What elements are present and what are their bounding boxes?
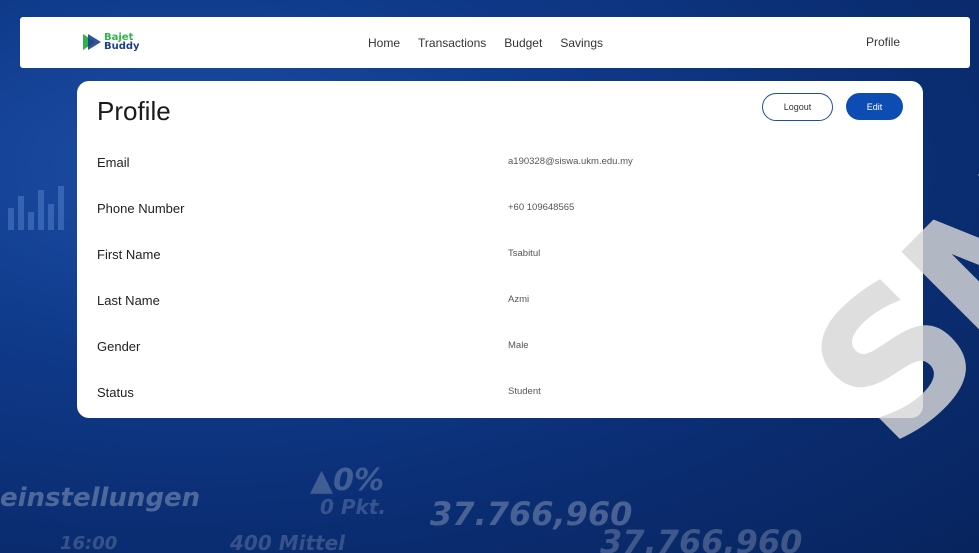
field-value: Tsabitul	[508, 248, 541, 259]
nav-link-budget[interactable]: Budget	[504, 36, 542, 50]
edit-button[interactable]: Edit	[846, 93, 903, 120]
brand-name: Bajet Buddy	[104, 33, 140, 52]
ticker-text: 400 Mittel	[230, 531, 346, 553]
ticker-text: 37.766,960	[600, 523, 803, 553]
logout-button[interactable]: Logout	[762, 93, 833, 121]
profile-card: Profile Logout Edit Email a190328@siswa.…	[77, 81, 923, 418]
field-row-gender: Gender Male	[97, 339, 897, 359]
field-label: Gender	[97, 339, 141, 354]
nav-link-home[interactable]: Home	[368, 36, 400, 50]
background-ticker: einstellungen 16:00 ▲0% 0 Pkt. 400 Mitte…	[0, 403, 979, 553]
field-value: Student	[508, 386, 541, 397]
brand-logo[interactable]: Bajet Buddy	[82, 27, 142, 57]
background-chart-bars	[0, 170, 80, 230]
field-value: a190328@siswa.ukm.edu.my	[508, 156, 633, 167]
nav-link-savings[interactable]: Savings	[560, 36, 603, 50]
field-row-status: Status Student	[97, 385, 897, 405]
field-label: Phone Number	[97, 201, 185, 216]
page-title: Profile	[97, 96, 171, 126]
field-row-email: Email a190328@siswa.ukm.edu.my	[97, 155, 897, 175]
field-label: Last Name	[97, 293, 160, 308]
field-row-phone: Phone Number +60 109648565	[97, 201, 897, 221]
ticker-text: ▲0%	[310, 463, 385, 498]
play-arrow-icon	[82, 32, 102, 52]
ticker-text: einstellungen	[0, 483, 201, 513]
field-label: Email	[97, 155, 130, 170]
field-row-last-name: Last Name Azmi	[97, 293, 897, 313]
field-value: +60 109648565	[508, 202, 575, 213]
field-label: Status	[97, 385, 134, 400]
nav-links: Home Transactions Budget Savings	[368, 17, 603, 68]
brand-name-line2: Buddy	[104, 41, 140, 52]
field-row-first-name: First Name Tsabitul	[97, 247, 897, 267]
field-label: First Name	[97, 247, 161, 262]
ticker-text: 16:00	[60, 533, 118, 553]
navbar: Bajet Buddy Home Transactions Budget Sav…	[20, 17, 970, 68]
field-value: Male	[508, 340, 529, 351]
nav-link-profile[interactable]: Profile	[866, 17, 900, 68]
nav-link-transactions[interactable]: Transactions	[418, 36, 486, 50]
field-value: Azmi	[508, 294, 530, 305]
ticker-text: 0 Pkt.	[320, 495, 386, 519]
